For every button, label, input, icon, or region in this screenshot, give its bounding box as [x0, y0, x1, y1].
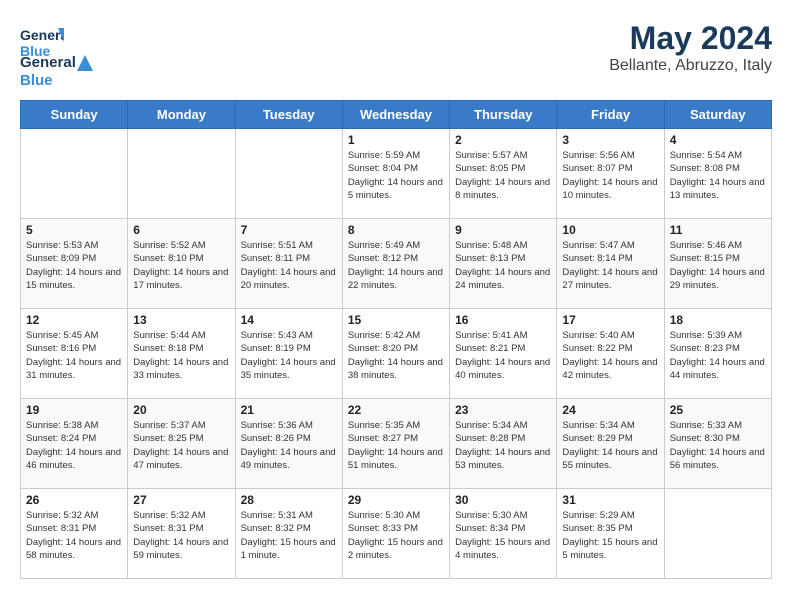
day-22: 22 Sunrise: 5:35 AMSunset: 8:27 PMDaylig…: [342, 399, 449, 489]
day-13: 13 Sunrise: 5:44 AMSunset: 8:18 PMDaylig…: [128, 309, 235, 399]
day-8: 8 Sunrise: 5:49 AMSunset: 8:12 PMDayligh…: [342, 219, 449, 309]
empty-cell: [235, 129, 342, 219]
header-sunday: Sunday: [21, 101, 128, 129]
day-29: 29 Sunrise: 5:30 AMSunset: 8:33 PMDaylig…: [342, 489, 449, 579]
header-friday: Friday: [557, 101, 664, 129]
day-31: 31 Sunrise: 5:29 AMSunset: 8:35 PMDaylig…: [557, 489, 664, 579]
day-12: 12 Sunrise: 5:45 AMSunset: 8:16 PMDaylig…: [21, 309, 128, 399]
day-30: 30 Sunrise: 5:30 AMSunset: 8:34 PMDaylig…: [450, 489, 557, 579]
day-20: 20 Sunrise: 5:37 AMSunset: 8:25 PMDaylig…: [128, 399, 235, 489]
day-15: 15 Sunrise: 5:42 AMSunset: 8:20 PMDaylig…: [342, 309, 449, 399]
page-subtitle: Bellante, Abruzzo, Italy: [609, 57, 772, 75]
day-10: 10 Sunrise: 5:47 AMSunset: 8:14 PMDaylig…: [557, 219, 664, 309]
day-9: 9 Sunrise: 5:48 AMSunset: 8:13 PMDayligh…: [450, 219, 557, 309]
day-7: 7 Sunrise: 5:51 AMSunset: 8:11 PMDayligh…: [235, 219, 342, 309]
day-28: 28 Sunrise: 5:31 AMSunset: 8:32 PMDaylig…: [235, 489, 342, 579]
empty-cell: [128, 129, 235, 219]
header-wednesday: Wednesday: [342, 101, 449, 129]
day-26: 26 Sunrise: 5:32 AMSunset: 8:31 PMDaylig…: [21, 489, 128, 579]
empty-cell: [664, 489, 771, 579]
day-17: 17 Sunrise: 5:40 AMSunset: 8:22 PMDaylig…: [557, 309, 664, 399]
calendar-table: Sunday Monday Tuesday Wednesday Thursday…: [20, 100, 772, 579]
header-tuesday: Tuesday: [235, 101, 342, 129]
day-24: 24 Sunrise: 5:34 AMSunset: 8:29 PMDaylig…: [557, 399, 664, 489]
day-19: 19 Sunrise: 5:38 AMSunset: 8:24 PMDaylig…: [21, 399, 128, 489]
day-11: 11 Sunrise: 5:46 AMSunset: 8:15 PMDaylig…: [664, 219, 771, 309]
day-21: 21 Sunrise: 5:36 AMSunset: 8:26 PMDaylig…: [235, 399, 342, 489]
day-14: 14 Sunrise: 5:43 AMSunset: 8:19 PMDaylig…: [235, 309, 342, 399]
header-monday: Monday: [128, 101, 235, 129]
page-title: May 2024: [609, 20, 772, 57]
day-1: 1 Sunrise: 5:59 AMSunset: 8:04 PMDayligh…: [342, 129, 449, 219]
day-16: 16 Sunrise: 5:41 AMSunset: 8:21 PMDaylig…: [450, 309, 557, 399]
header-saturday: Saturday: [664, 101, 771, 129]
day-2: 2 Sunrise: 5:57 AMSunset: 8:05 PMDayligh…: [450, 129, 557, 219]
day-25: 25 Sunrise: 5:33 AMSunset: 8:30 PMDaylig…: [664, 399, 771, 489]
title-section: May 2024 Bellante, Abruzzo, Italy: [609, 20, 772, 75]
day-5: 5 Sunrise: 5:53 AMSunset: 8:09 PMDayligh…: [21, 219, 128, 309]
day-3: 3 Sunrise: 5:56 AMSunset: 8:07 PMDayligh…: [557, 129, 664, 219]
day-4: 4 Sunrise: 5:54 AMSunset: 8:08 PMDayligh…: [664, 129, 771, 219]
page-header: General Blue General Blue May 2024 Bella…: [20, 20, 772, 90]
day-23: 23 Sunrise: 5:34 AMSunset: 8:28 PMDaylig…: [450, 399, 557, 489]
day-27: 27 Sunrise: 5:32 AMSunset: 8:31 PMDaylig…: [128, 489, 235, 579]
header-thursday: Thursday: [450, 101, 557, 129]
day-18: 18 Sunrise: 5:39 AMSunset: 8:23 PMDaylig…: [664, 309, 771, 399]
empty-cell: [21, 129, 128, 219]
day-6: 6 Sunrise: 5:52 AMSunset: 8:10 PMDayligh…: [128, 219, 235, 309]
logo: General Blue General Blue: [20, 20, 93, 90]
svg-text:General: General: [20, 27, 64, 43]
